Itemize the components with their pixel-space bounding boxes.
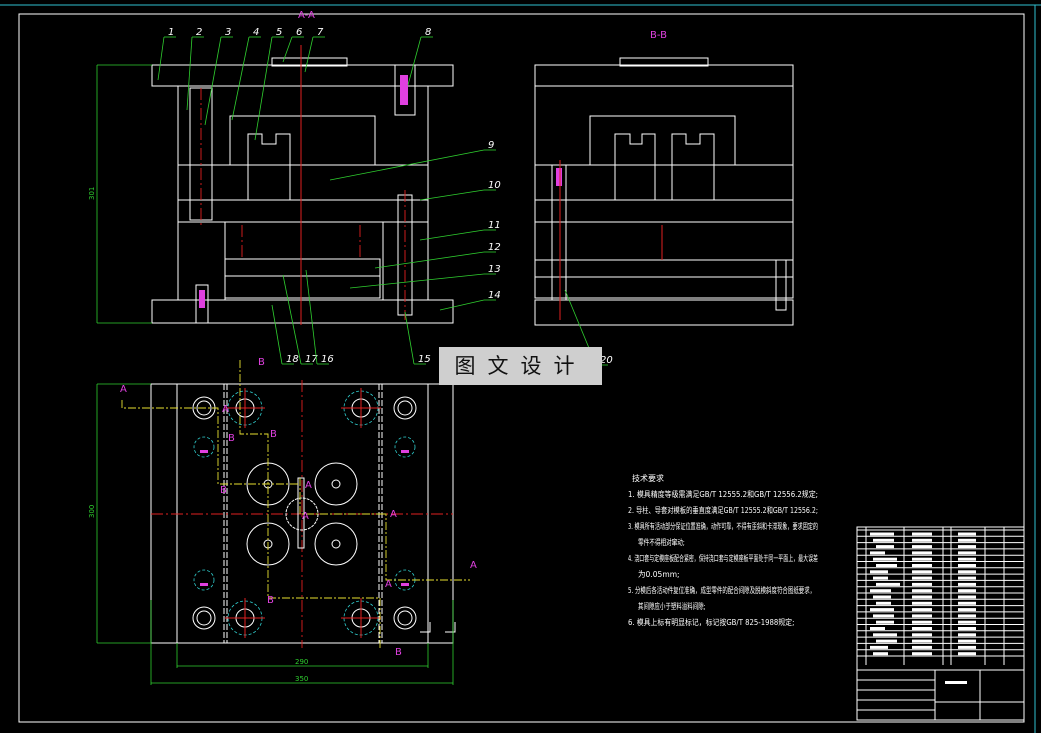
section-marker-b: B bbox=[228, 433, 235, 444]
section-marker-b: B bbox=[220, 485, 227, 496]
part-label-1: 1 bbox=[168, 27, 174, 38]
part-label-16: 16 bbox=[321, 354, 334, 365]
tech-requirement-line: 其间隙应小于塑料溢料间隙; bbox=[638, 601, 706, 611]
part-label-14: 14 bbox=[488, 290, 501, 301]
part-label-15: 15 bbox=[418, 354, 431, 365]
tech-requirement-line: 1. 模具精度等级需满足GB/T 12555.2和GB/T 12556.2规定; bbox=[628, 489, 818, 499]
tech-requirement-line: 5. 分模后各活动件复位准确，成型零件的配合间隙及脱模斜度符合图纸要求， bbox=[628, 585, 815, 595]
section-marker-a: A bbox=[470, 560, 477, 571]
tech-requirement-line: 3. 模具所有活动部分保证位置准确，动作可靠，不得有歪斜和卡滞现象，要求固定的 bbox=[628, 521, 818, 531]
section-marker-a: A bbox=[385, 579, 392, 590]
part-label-18: 18 bbox=[286, 354, 299, 365]
title-block bbox=[856, 526, 1025, 721]
part-label-7: 7 bbox=[317, 27, 324, 38]
guide-bush-hole bbox=[393, 606, 417, 630]
dim-inner-width: 290 bbox=[295, 658, 308, 666]
part-label-9: 9 bbox=[488, 140, 494, 151]
part-label-4: 4 bbox=[253, 27, 259, 38]
part-label-2: 2 bbox=[196, 27, 202, 38]
dim-height-aa: 301 bbox=[88, 187, 96, 200]
tech-requirements: 技术要求 1. 模具精度等级需满足GB/T 12555.2和GB/T 12556… bbox=[628, 473, 818, 627]
part-label-10: 10 bbox=[488, 180, 501, 191]
section-bb-title: B-B bbox=[650, 30, 667, 41]
section-marker-a: A bbox=[120, 384, 127, 395]
dimensions: 301 300 290 350 bbox=[88, 64, 454, 685]
section-marker-a: A bbox=[305, 480, 312, 491]
watermark: 图文设计 bbox=[439, 347, 602, 385]
section-marker-b: B bbox=[270, 429, 277, 440]
tech-requirement-line: 6. 模具上标有明显标记，标记按GB/T 825-1988规定; bbox=[628, 617, 794, 627]
tech-requirement-line: 4. 浇口套与定模座板配合紧密，保持浇口套与定模座板平面处于同一平面上，最大误差 bbox=[628, 553, 818, 563]
section-marker-a: A bbox=[302, 511, 309, 522]
part-label-11: 11 bbox=[488, 220, 501, 231]
section-view-bb bbox=[534, 57, 794, 326]
tech-requirements-title: 技术要求 bbox=[632, 473, 664, 483]
tech-requirement-line: 为0.05mm; bbox=[638, 569, 680, 579]
tech-requirement-line: 零件不得相对窜动; bbox=[638, 537, 685, 547]
part-label-13: 13 bbox=[488, 264, 501, 275]
part-label-6: 6 bbox=[296, 27, 302, 38]
plan-view: A A B B B A A A A B B A B bbox=[120, 357, 477, 658]
section-marker-b: B bbox=[395, 647, 402, 658]
dim-outer-width: 350 bbox=[295, 675, 308, 683]
guide-bush-hole bbox=[192, 606, 216, 630]
part-label-8: 8 bbox=[425, 27, 431, 38]
part-label-12: 12 bbox=[488, 242, 501, 253]
guide-bush-hole bbox=[393, 396, 417, 420]
section-marker-b: B bbox=[258, 357, 265, 368]
dim-plan-height: 300 bbox=[88, 505, 96, 518]
section-marker-b: B bbox=[267, 595, 274, 606]
cavity bbox=[314, 522, 358, 566]
cavity bbox=[314, 462, 358, 506]
section-marker-a: A bbox=[390, 509, 397, 520]
part-label-5: 5 bbox=[276, 27, 282, 38]
section-view-aa bbox=[151, 45, 454, 325]
tech-requirement-line: 2. 导柱、导套对模板的垂直度满足GB/T 12555.2和GB/T 12556… bbox=[628, 505, 818, 515]
part-labels: 1 2 3 4 5 6 7 89101112131418 17 16 15 20 bbox=[157, 27, 613, 366]
section-aa-title: A-A bbox=[298, 10, 315, 21]
section-marker-a: A bbox=[222, 404, 229, 415]
part-label-3: 3 bbox=[225, 27, 231, 38]
